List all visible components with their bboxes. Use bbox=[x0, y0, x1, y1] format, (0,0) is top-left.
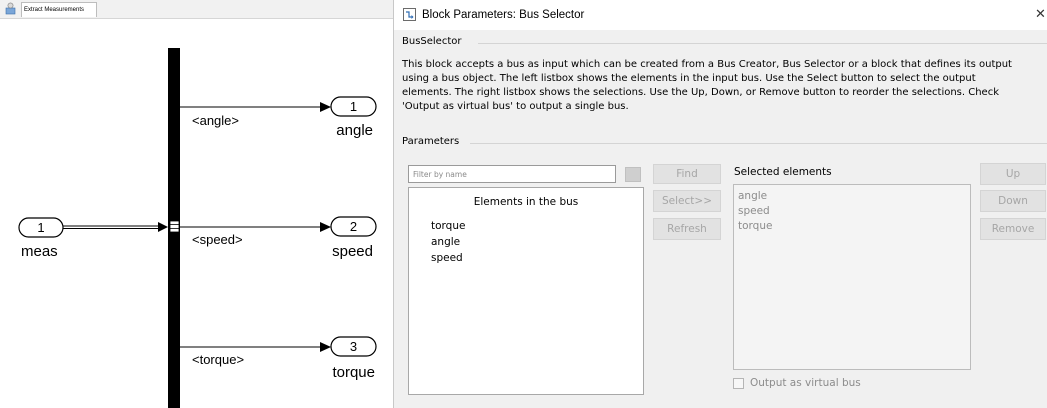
filter-options-icon[interactable] bbox=[625, 167, 641, 182]
signal-line-speed[interactable] bbox=[180, 222, 331, 232]
description-line: 'Output as virtual bus' to output a sing… bbox=[402, 101, 629, 112]
outport-name-angle: angle bbox=[336, 122, 373, 139]
down-button[interactable]: Down bbox=[980, 190, 1046, 212]
description-line: elements. The right listbox shows the se… bbox=[402, 87, 1000, 98]
parameters-section-title: Parameters bbox=[402, 136, 460, 147]
bus-element-item[interactable]: angle bbox=[431, 234, 465, 250]
remove-button[interactable]: Remove bbox=[980, 218, 1046, 240]
signal-line-angle[interactable] bbox=[180, 102, 331, 112]
bus-element-item[interactable]: speed bbox=[431, 250, 465, 266]
section-divider bbox=[478, 43, 1047, 44]
select-button[interactable]: Select>> bbox=[653, 190, 721, 212]
outport-name-speed: speed bbox=[332, 243, 373, 260]
bus-signal-line[interactable] bbox=[63, 222, 168, 232]
outport-speed[interactable]: 2 bbox=[330, 216, 377, 237]
description-line: This block accepts a bus as input which … bbox=[402, 59, 1012, 70]
bus-port-marker bbox=[169, 220, 180, 233]
outport-number-speed: 2 bbox=[350, 219, 357, 234]
bus-element-item[interactable]: torque bbox=[431, 218, 465, 234]
output-virtual-bus-label: Output as virtual bus bbox=[750, 377, 861, 389]
up-button[interactable]: Up bbox=[980, 163, 1046, 185]
filter-input[interactable] bbox=[408, 165, 616, 183]
dialog-title: Block Parameters: Bus Selector bbox=[422, 9, 585, 21]
selected-element-item[interactable]: torque bbox=[738, 219, 772, 234]
bus-elements-listbox[interactable]: Elements in the bus torque angle speed bbox=[408, 187, 644, 395]
dialog-titlebar[interactable]: Block Parameters: Bus Selector ✕ bbox=[394, 0, 1047, 30]
section-divider bbox=[470, 143, 1047, 144]
outport-angle[interactable]: 1 bbox=[330, 96, 377, 117]
signal-label-angle: <angle> bbox=[192, 113, 239, 128]
block-section-title: BusSelector bbox=[402, 36, 462, 47]
output-virtual-bus-checkbox[interactable] bbox=[733, 378, 744, 389]
outport-name-torque: torque bbox=[332, 364, 375, 381]
selected-element-item[interactable]: speed bbox=[738, 204, 772, 219]
inport-name: meas bbox=[21, 243, 58, 260]
selected-elements-list[interactable]: angle speed torque bbox=[738, 189, 772, 234]
block-diagram[interactable]: 1 meas <angle> 1 angle <speed> 2 speed <… bbox=[0, 0, 393, 408]
description-line: using a bus object. The left listbox sho… bbox=[402, 73, 976, 84]
inport-meas[interactable]: 1 bbox=[18, 217, 64, 238]
inport-number: 1 bbox=[37, 220, 44, 235]
block-description: This block accepts a bus as input which … bbox=[402, 58, 1047, 114]
model-canvas[interactable]: Extract Measurements 1 meas <angle> 1 an… bbox=[0, 0, 393, 408]
selected-element-item[interactable]: angle bbox=[738, 189, 772, 204]
refresh-button[interactable]: Refresh bbox=[653, 218, 721, 240]
outport-torque[interactable]: 3 bbox=[330, 336, 377, 357]
block-parameters-dialog: Block Parameters: Bus Selector ✕ BusSele… bbox=[394, 0, 1047, 408]
outport-number-angle: 1 bbox=[350, 99, 357, 114]
selected-elements-label: Selected elements bbox=[734, 166, 832, 178]
signal-label-torque: <torque> bbox=[192, 352, 244, 367]
bus-elements-header: Elements in the bus bbox=[473, 196, 579, 208]
close-icon[interactable]: ✕ bbox=[1035, 0, 1047, 30]
block-parameters-icon bbox=[403, 8, 416, 21]
outport-number-torque: 3 bbox=[350, 339, 357, 354]
find-button[interactable]: Find bbox=[653, 164, 721, 184]
signal-line-torque[interactable] bbox=[180, 342, 331, 352]
signal-label-speed: <speed> bbox=[192, 232, 243, 247]
selected-elements-listbox[interactable]: angle speed torque bbox=[733, 184, 971, 370]
bus-elements-list[interactable]: torque angle speed bbox=[431, 218, 465, 266]
